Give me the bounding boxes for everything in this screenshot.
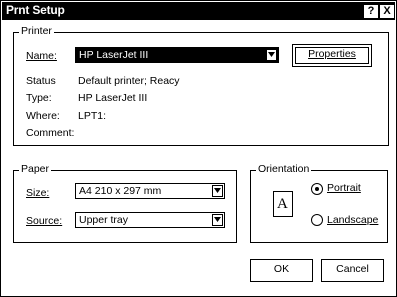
radio-selected-dot [315,187,319,191]
landscape-label[interactable]: Landscape [327,214,378,226]
ok-button-label: OK [273,263,290,275]
type-value: HP LaserJet III [78,92,148,104]
cancel-button[interactable]: Cancel [321,259,384,282]
comment-label: Comment: [26,127,75,139]
paper-group [13,170,237,243]
size-label: Size: [26,187,50,199]
printer-name-dropdown[interactable]: HP LaserJet III [75,47,279,63]
print-setup-dialog: Prnt Setup ? X Printer Name: HP LaserJet… [0,0,397,297]
paper-group-label: Paper [19,163,52,175]
ok-button[interactable]: OK [250,259,313,282]
printer-name-dropdown-button[interactable] [266,49,277,61]
properties-button[interactable]: Properties [292,44,372,67]
paper-source-value: Upper tray [79,214,129,226]
dialog-title: Prnt Setup [6,3,65,17]
chevron-down-icon [214,217,221,222]
where-label: Where: [26,110,60,122]
help-button[interactable]: ? [363,4,379,19]
orientation-group [250,170,388,243]
cancel-button-label: Cancel [336,263,369,275]
paper-source-dropdown[interactable]: Upper tray [75,212,225,228]
portrait-radio[interactable] [311,183,323,195]
paper-source-dropdown-button[interactable] [212,214,223,226]
chevron-down-icon [214,188,221,193]
status-label: Status [26,75,56,87]
printer-group-label: Printer [19,25,54,37]
status-value: Default printer; Reacy [78,75,180,87]
orientation-group-label: Orientation [256,163,312,175]
name-label: Name: [26,50,57,62]
printer-name-value: HP LaserJet III [79,49,149,61]
chevron-down-icon [268,52,275,57]
close-button[interactable]: X [379,4,395,19]
where-value: LPT1: [78,110,107,122]
title-bar[interactable]: Prnt Setup ? X [2,2,395,20]
paper-size-dropdown[interactable]: A4 210 x 297 mm [75,183,225,199]
portrait-page-icon: A [273,191,293,217]
type-label: Type: [26,92,52,104]
page-icon-letter: A [277,196,288,212]
portrait-label[interactable]: Portrait [327,182,361,194]
source-label: Source: [26,215,63,227]
landscape-radio[interactable] [311,214,323,226]
paper-size-dropdown-button[interactable] [212,185,223,197]
paper-size-value: A4 210 x 297 mm [79,185,162,197]
properties-button-label: Properties [308,48,356,60]
